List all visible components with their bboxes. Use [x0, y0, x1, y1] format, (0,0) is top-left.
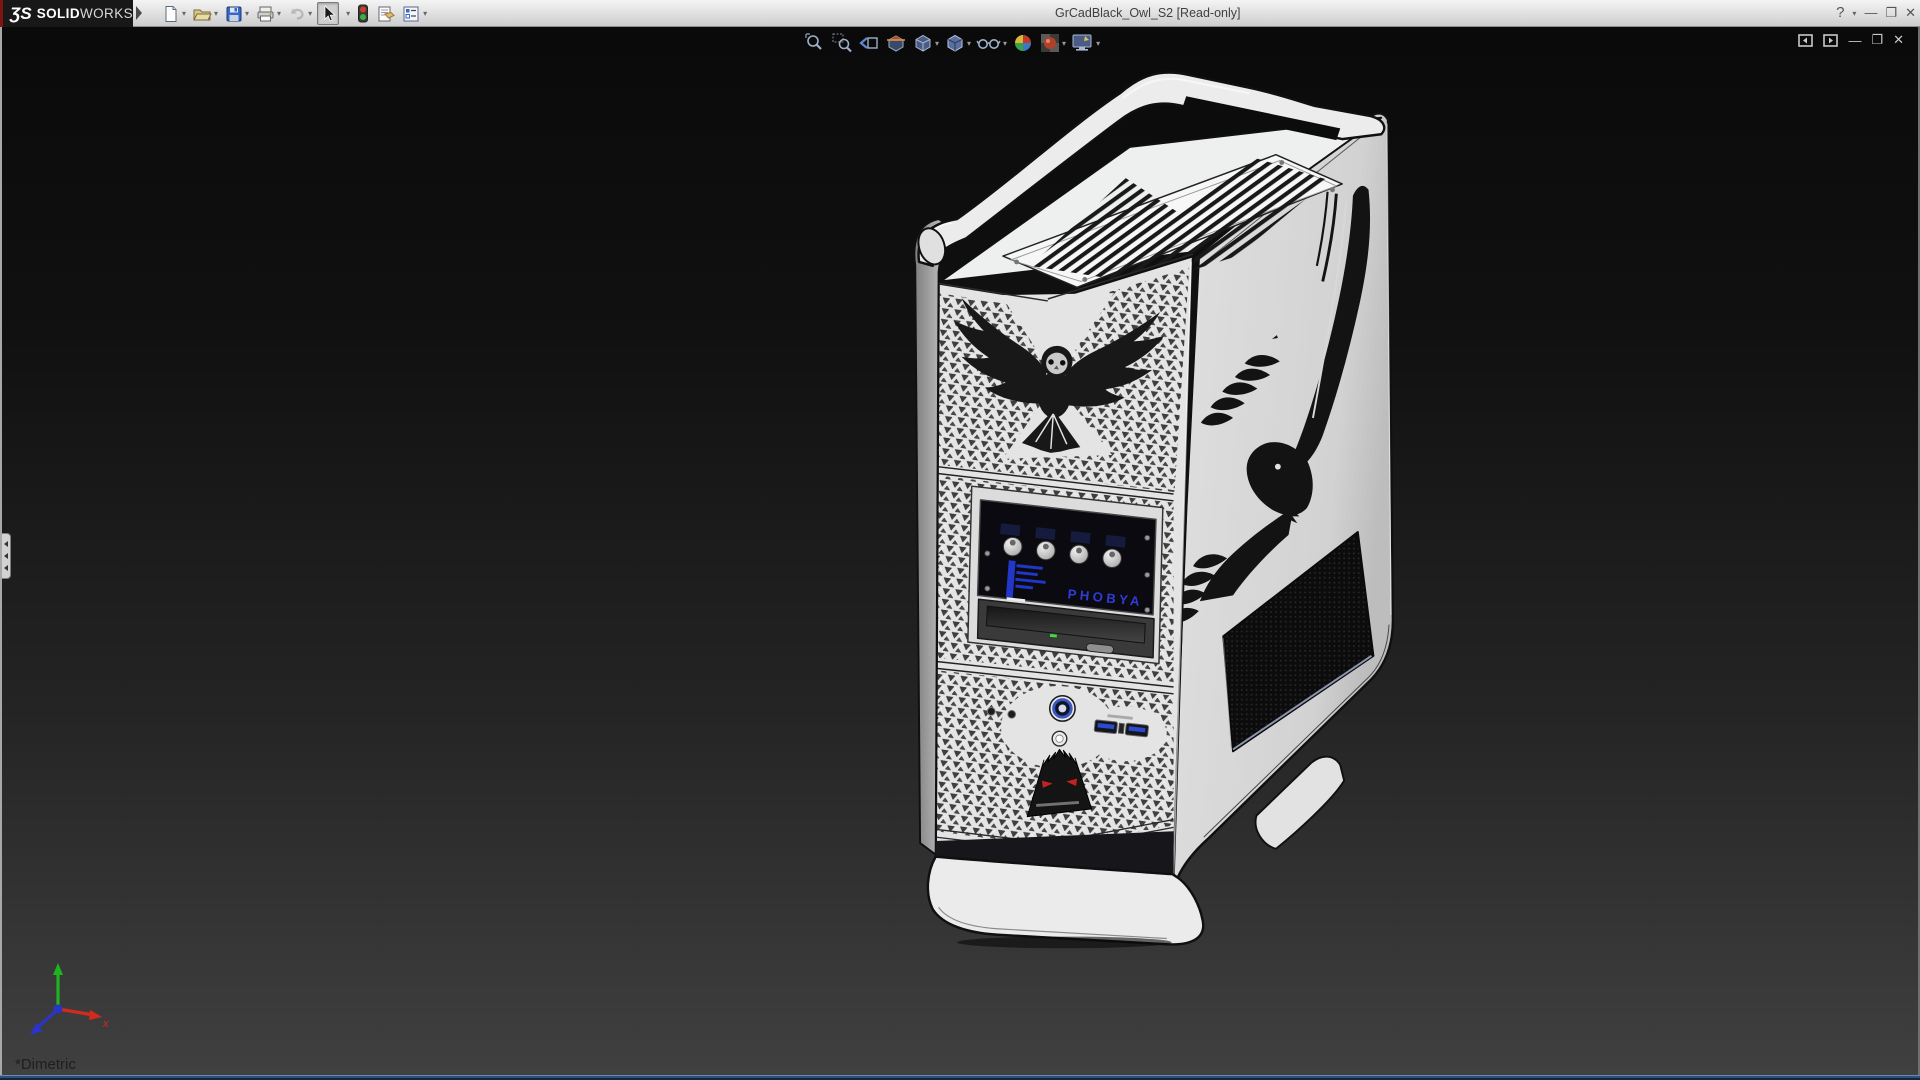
- 3ds-logo-icon: ƷS: [10, 4, 32, 24]
- close-icon[interactable]: ✕: [1905, 4, 1916, 22]
- help-caret-icon[interactable]: ▾: [1852, 9, 1856, 18]
- reset-button[interactable]: [1052, 731, 1067, 746]
- solidworks-logo: ƷS SOLIDWORKS: [3, 0, 133, 27]
- new-document-button[interactable]: ▾: [160, 2, 188, 25]
- audio-jack[interactable]: [987, 707, 995, 715]
- open-button[interactable]: ▾: [191, 2, 220, 25]
- audio-jack[interactable]: [1008, 710, 1016, 718]
- select-dropdown[interactable]: ▾: [342, 2, 352, 25]
- dropdown-caret-icon[interactable]: ▾: [182, 9, 186, 18]
- power-button[interactable]: [1050, 696, 1075, 721]
- view-orientation-label: *Dimetric: [15, 1056, 76, 1073]
- dropdown-caret-icon[interactable]: ▾: [245, 9, 249, 18]
- title-bar: ƷS SOLIDWORKS ▾ ▾ ▾ ▾ ▾ ▾: [0, 0, 1920, 27]
- dropdown-caret-icon[interactable]: ▾: [214, 9, 218, 18]
- graphics-viewport[interactable]: ▾ ▾ ▾ ▾ ▾ — ❐ ✕: [0, 27, 1920, 1075]
- select-cursor-icon: [320, 5, 336, 23]
- print-button[interactable]: ▾: [254, 2, 283, 25]
- new-document-icon: [162, 5, 180, 23]
- menu-flyout-arrow[interactable]: [136, 6, 142, 20]
- rebuild-button[interactable]: [355, 2, 371, 25]
- printer-icon: [256, 5, 275, 23]
- fan-controller-panel: PHOBYA: [978, 500, 1156, 615]
- app-window-controls: ? ▾ — ❐ ✕: [1836, 4, 1916, 22]
- x-axis-label: x: [102, 1018, 109, 1030]
- restore-icon[interactable]: ❐: [1885, 4, 1897, 22]
- dropdown-caret-icon[interactable]: ▾: [346, 9, 350, 18]
- traffic-light-icon: [357, 4, 369, 23]
- main-toolbar: ▾ ▾ ▾ ▾ ▾ ▾ ▾: [160, 1, 432, 26]
- file-properties-icon: [376, 5, 395, 23]
- help-icon[interactable]: ?: [1836, 4, 1844, 22]
- dropdown-caret-icon[interactable]: ▾: [423, 9, 427, 18]
- undo-button[interactable]: ▾: [286, 2, 314, 25]
- dropdown-caret-icon[interactable]: ▾: [308, 9, 312, 18]
- options-checklist-icon: [402, 5, 421, 23]
- dropdown-caret-icon[interactable]: ▾: [277, 9, 281, 18]
- save-button[interactable]: ▾: [223, 2, 251, 25]
- logo-text: SOLIDWORKS: [37, 6, 133, 21]
- options-button[interactable]: ▾: [400, 2, 429, 25]
- file-properties-button[interactable]: [374, 2, 397, 25]
- save-floppy-icon: [225, 5, 243, 23]
- orientation-triad[interactable]: x: [10, 957, 120, 1047]
- select-button[interactable]: [317, 2, 339, 25]
- dvd-led: [1049, 633, 1057, 638]
- bottom-foot: [928, 831, 1203, 948]
- status-strip: [0, 1075, 1920, 1080]
- open-folder-icon: [193, 5, 212, 23]
- minimize-icon[interactable]: —: [1864, 4, 1877, 22]
- model-3d-view[interactable]: PHOBYA: [2, 27, 1920, 1075]
- case-front-face: PHOBYA: [936, 256, 1193, 876]
- document-title: GrCadBlack_Owl_S2 [Read-only]: [1055, 6, 1241, 20]
- undo-arrow-icon: [288, 5, 306, 23]
